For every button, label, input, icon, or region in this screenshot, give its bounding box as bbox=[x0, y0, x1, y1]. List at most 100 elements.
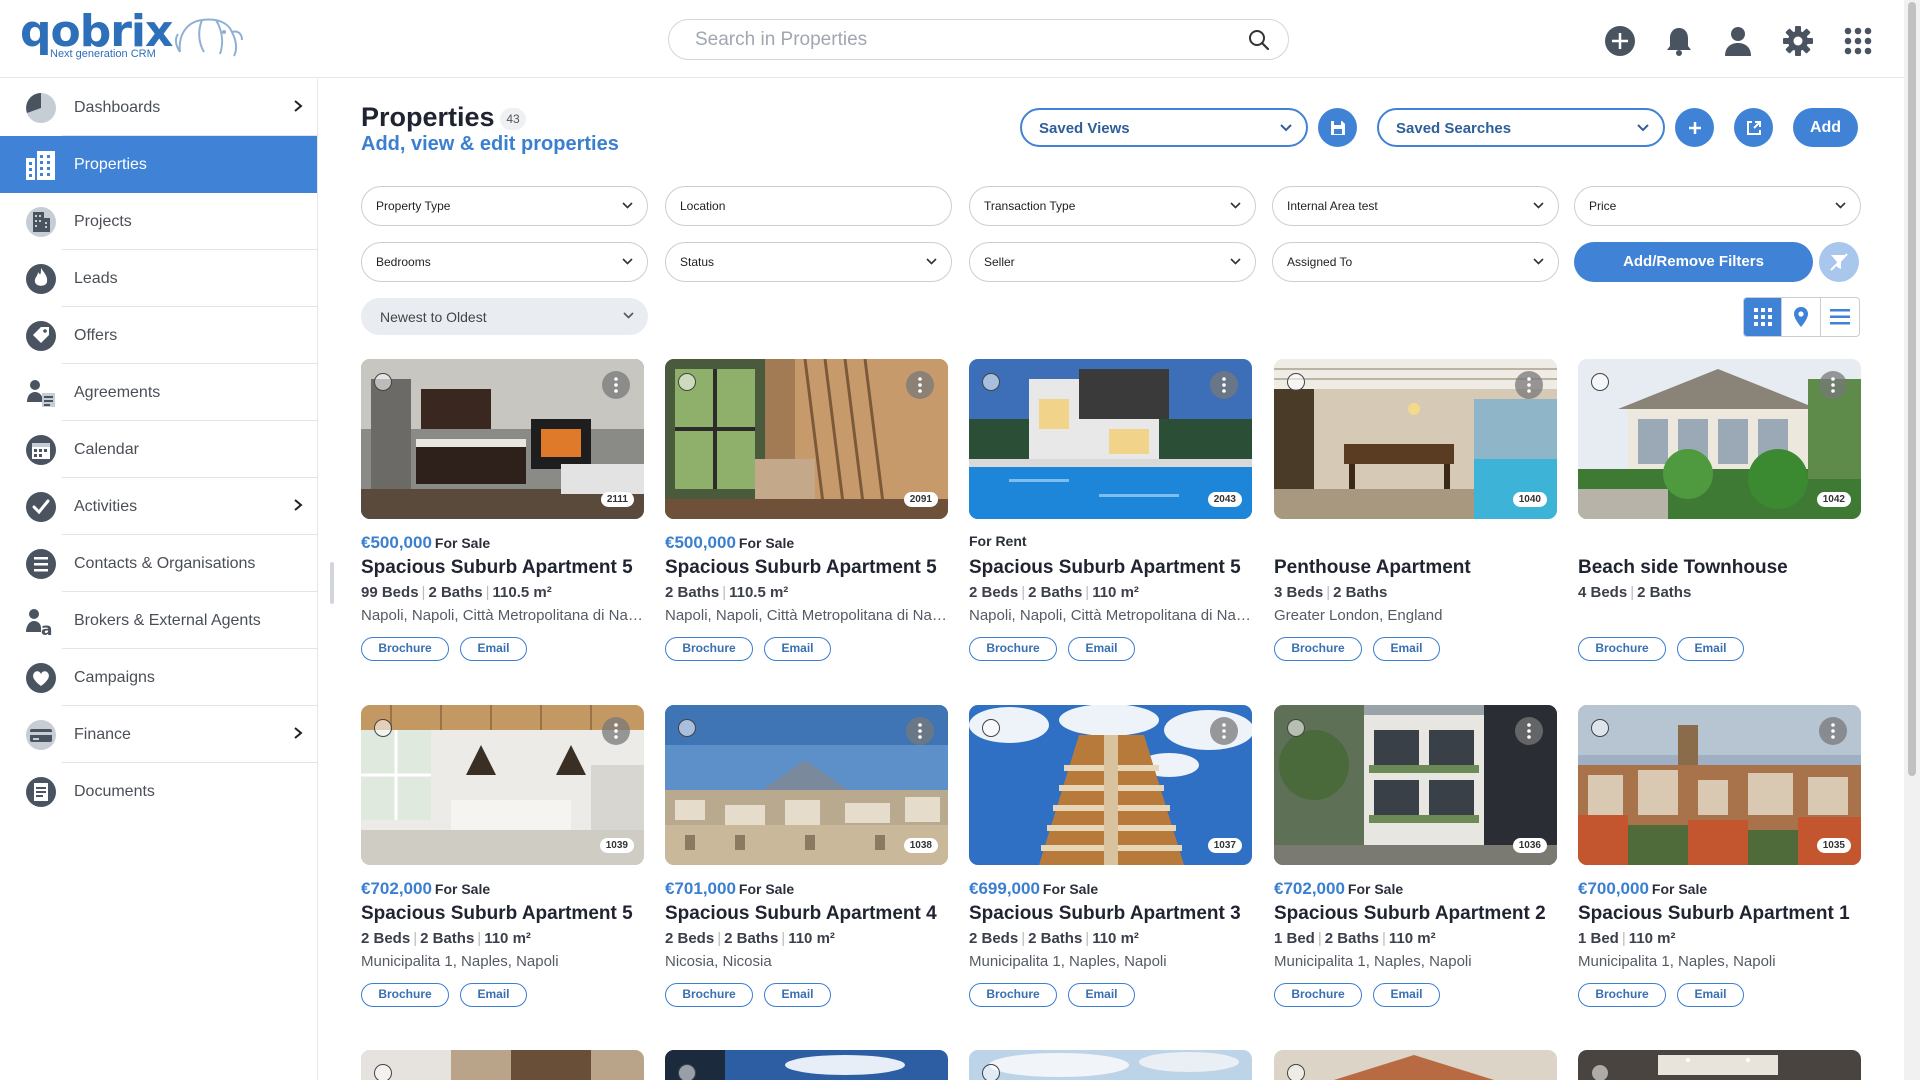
property-title[interactable]: Penthouse Apartment bbox=[1274, 557, 1471, 579]
brochure-button[interactable]: Brochure bbox=[1578, 983, 1666, 1007]
brochure-button[interactable]: Brochure bbox=[969, 983, 1057, 1007]
select-checkbox[interactable] bbox=[678, 719, 696, 737]
property-photo[interactable]: 1042 bbox=[1578, 359, 1861, 519]
more-options-button[interactable] bbox=[1515, 371, 1543, 399]
filter-price[interactable]: Price bbox=[1574, 186, 1861, 226]
sidebar-scrollbar[interactable] bbox=[330, 562, 334, 604]
grid-view-button[interactable] bbox=[1744, 298, 1783, 336]
brochure-button[interactable]: Brochure bbox=[361, 637, 449, 661]
property-card[interactable]: 1037 €699,000 For Sale Spacious Suburb Ap… bbox=[969, 705, 1252, 1025]
scrollbar-thumb[interactable] bbox=[1908, 2, 1916, 776]
search-input[interactable] bbox=[695, 20, 1235, 59]
property-title[interactable]: Spacious Suburb Apartment 4 bbox=[665, 903, 937, 925]
property-card[interactable]: 1042 Beach side Townhouse 4 Beds | 2 Baths… bbox=[1578, 359, 1861, 679]
filter-bedrooms[interactable]: Bedrooms bbox=[361, 242, 648, 282]
email-button[interactable]: Email bbox=[460, 637, 527, 661]
brochure-button[interactable]: Brochure bbox=[361, 983, 449, 1007]
property-card[interactable]: 2091 €500,000 For Sale Spacious Suburb Ap… bbox=[665, 359, 948, 679]
clear-filters-button[interactable] bbox=[1819, 242, 1859, 282]
sidebar-item-leads[interactable]: Leads bbox=[0, 250, 317, 307]
property-photo[interactable]: 2043 bbox=[969, 359, 1252, 519]
property-photo[interactable]: 2091 bbox=[665, 359, 948, 519]
list-view-button[interactable] bbox=[1821, 298, 1859, 336]
property-photo[interactable]: 1040 bbox=[1274, 359, 1557, 519]
select-checkbox[interactable] bbox=[678, 1064, 696, 1080]
save-view-button[interactable] bbox=[1318, 108, 1357, 147]
select-checkbox[interactable] bbox=[1591, 373, 1609, 391]
sidebar-item-properties[interactable]: Properties bbox=[0, 136, 317, 193]
more-options-button[interactable] bbox=[1210, 717, 1238, 745]
add-search-button[interactable] bbox=[1675, 108, 1714, 147]
sidebar-item-brokers[interactable]: a Brokers & External Agents bbox=[0, 592, 317, 649]
filter-status[interactable]: Status bbox=[665, 242, 952, 282]
property-photo[interactable]: 1037 bbox=[969, 705, 1252, 865]
brochure-button[interactable]: Brochure bbox=[1578, 637, 1666, 661]
sidebar-item-agreements[interactable]: Agreements bbox=[0, 364, 317, 421]
property-title[interactable]: Beach side Townhouse bbox=[1578, 557, 1788, 579]
email-button[interactable]: Email bbox=[1677, 637, 1744, 661]
property-photo[interactable]: 1035 bbox=[1578, 705, 1861, 865]
email-button[interactable]: Email bbox=[1068, 983, 1135, 1007]
sidebar-item-offers[interactable]: Offers bbox=[0, 307, 317, 364]
sidebar-item-dashboards[interactable]: Dashboards bbox=[0, 79, 317, 136]
more-options-button[interactable] bbox=[1210, 371, 1238, 399]
add-remove-filters-button[interactable]: Add/Remove Filters bbox=[1574, 242, 1813, 282]
sidebar-item-finance[interactable]: Finance bbox=[0, 706, 317, 763]
add-property-button[interactable]: Add bbox=[1793, 108, 1858, 147]
filter-assigned-to[interactable]: Assigned To bbox=[1272, 242, 1559, 282]
property-title[interactable]: Spacious Suburb Apartment 1 bbox=[1578, 903, 1850, 925]
gear-icon[interactable] bbox=[1781, 24, 1815, 58]
property-card[interactable]: 1038 €701,000 For Sale Spacious Suburb Ap… bbox=[665, 705, 948, 1025]
property-photo[interactable]: 1036 bbox=[1274, 705, 1557, 865]
more-options-button[interactable] bbox=[1819, 371, 1847, 399]
apps-grid-icon[interactable] bbox=[1841, 24, 1875, 58]
property-photo[interactable]: 1038 bbox=[665, 705, 948, 865]
property-photo[interactable] bbox=[969, 1050, 1252, 1080]
email-button[interactable]: Email bbox=[1068, 637, 1135, 661]
select-checkbox[interactable] bbox=[374, 1064, 392, 1080]
property-photo[interactable] bbox=[1578, 1050, 1861, 1080]
more-options-button[interactable] bbox=[1515, 717, 1543, 745]
select-checkbox[interactable] bbox=[982, 1064, 1000, 1080]
filter-transaction-type[interactable]: Transaction Type bbox=[969, 186, 1256, 226]
property-title[interactable]: Spacious Suburb Apartment 2 bbox=[1274, 903, 1546, 925]
qobrix-logo[interactable]: qobrix Next generation CRM bbox=[20, 6, 250, 62]
sidebar-item-documents[interactable]: Documents bbox=[0, 763, 317, 820]
filter-location[interactable]: Location bbox=[665, 186, 952, 226]
sidebar-item-calendar[interactable]: Calendar bbox=[0, 421, 317, 478]
email-button[interactable]: Email bbox=[764, 637, 831, 661]
brochure-button[interactable]: Brochure bbox=[1274, 983, 1362, 1007]
email-button[interactable]: Email bbox=[1373, 983, 1440, 1007]
sidebar-item-projects[interactable]: Projects bbox=[0, 193, 317, 250]
filter-property-type[interactable]: Property Type bbox=[361, 186, 648, 226]
brochure-button[interactable]: Brochure bbox=[665, 637, 753, 661]
select-checkbox[interactable] bbox=[1287, 373, 1305, 391]
sidebar-item-contacts[interactable]: Contacts & Organisations bbox=[0, 535, 317, 592]
sidebar-item-activities[interactable]: Activities bbox=[0, 478, 317, 535]
more-options-button[interactable] bbox=[602, 717, 630, 745]
more-options-button[interactable] bbox=[906, 717, 934, 745]
more-options-button[interactable] bbox=[906, 371, 934, 399]
bell-icon[interactable] bbox=[1662, 24, 1696, 58]
select-checkbox[interactable] bbox=[982, 719, 1000, 737]
select-checkbox[interactable] bbox=[374, 373, 392, 391]
page-scrollbar[interactable] bbox=[1904, 0, 1920, 1080]
property-title[interactable]: Spacious Suburb Apartment 5 bbox=[665, 557, 937, 579]
property-title[interactable]: Spacious Suburb Apartment 5 bbox=[361, 557, 633, 579]
add-circle-icon[interactable] bbox=[1603, 24, 1637, 58]
email-button[interactable]: Email bbox=[1677, 983, 1744, 1007]
email-button[interactable]: Email bbox=[1373, 637, 1440, 661]
saved-views-select[interactable]: Saved Views bbox=[1020, 108, 1308, 147]
select-checkbox[interactable] bbox=[1591, 719, 1609, 737]
sidebar-item-campaigns[interactable]: Campaigns bbox=[0, 649, 317, 706]
select-checkbox[interactable] bbox=[1287, 1064, 1305, 1080]
select-checkbox[interactable] bbox=[1287, 719, 1305, 737]
more-options-button[interactable] bbox=[1819, 717, 1847, 745]
property-card[interactable]: 1040 Penthouse Apartment 3 Beds | 2 Baths … bbox=[1274, 359, 1557, 679]
property-card[interactable]: 2111 €500,000 For Sale Spacious Suburb Ap… bbox=[361, 359, 644, 679]
property-photo[interactable] bbox=[361, 1050, 644, 1080]
export-button[interactable] bbox=[1734, 108, 1773, 147]
search-icon[interactable] bbox=[1248, 29, 1270, 51]
select-checkbox[interactable] bbox=[982, 373, 1000, 391]
saved-searches-select[interactable]: Saved Searches bbox=[1377, 108, 1665, 147]
